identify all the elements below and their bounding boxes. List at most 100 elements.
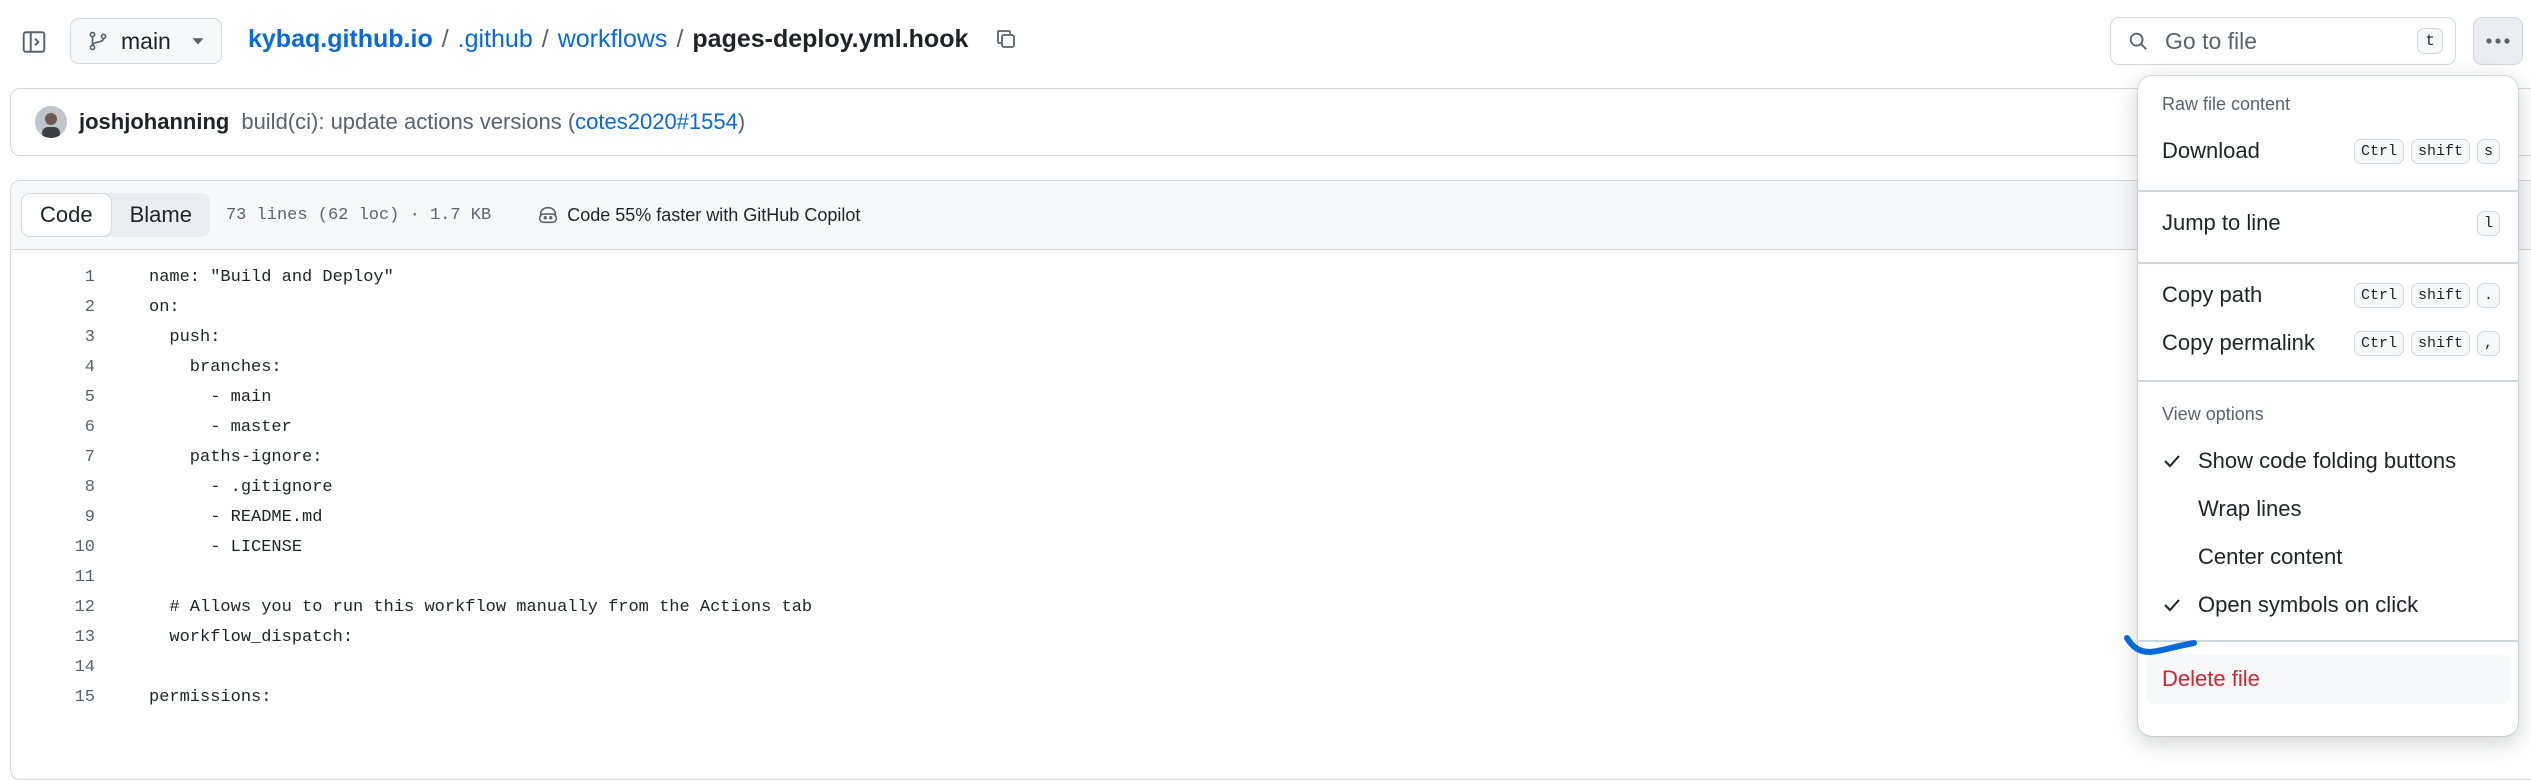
copilot-promo-link[interactable]: Code 55% faster with GitHub Copilot [537, 204, 860, 226]
line-number[interactable]: 12 [11, 598, 95, 617]
line-content: - LICENSE [149, 537, 303, 557]
shortcut-key: Ctrl [2353, 282, 2404, 308]
menu-item-wrap-lines[interactable]: Wrap lines [2146, 486, 2510, 532]
menu-item-open-symbols[interactable]: Open symbols on click [2146, 582, 2510, 628]
breadcrumb-repo-link[interactable]: kybaq.github.io [248, 25, 433, 54]
line-number[interactable]: 7 [11, 448, 95, 467]
line-number[interactable]: 6 [11, 418, 95, 437]
copy-icon [997, 30, 1016, 48]
search-shortcut-key: t [2417, 28, 2443, 54]
shortcut-key: Ctrl [2353, 138, 2404, 164]
go-to-file-search[interactable]: t [2110, 17, 2456, 65]
line-content: on: [149, 297, 180, 317]
menu-item-label: Center content [2198, 544, 2343, 569]
shortcut-keys: Ctrl shift s [2353, 138, 2500, 164]
sidebar-expand-button[interactable] [14, 22, 54, 62]
line-number[interactable]: 15 [11, 688, 95, 707]
search-icon [2129, 32, 2147, 50]
check-icon [2164, 455, 2180, 468]
menu-item-center-content[interactable]: Center content [2146, 534, 2510, 580]
menu-item-label: Show code folding buttons [2198, 448, 2457, 473]
menu-group-view-title: View options [2162, 404, 2264, 424]
repo-header: main kybaq.github.io / .github / workflo… [0, 0, 2531, 82]
menu-item-jump-to-line[interactable]: Jump to line l [2146, 200, 2510, 246]
branch-selector[interactable]: main [70, 18, 222, 64]
menu-item-label: Download [2162, 138, 2260, 163]
shortcut-key: shift [2410, 330, 2470, 356]
shortcut-key: . [2476, 282, 2500, 308]
menu-divider [2138, 262, 2518, 264]
line-content: push: [149, 327, 221, 347]
breadcrumb-separator: / [441, 24, 449, 53]
line-content: paths-ignore: [149, 447, 323, 467]
kebab-horizontal-icon [2486, 38, 2510, 44]
check-icon [2164, 599, 2180, 612]
branch-name: main [121, 27, 171, 54]
avatar[interactable] [35, 106, 67, 138]
copilot-icon [539, 206, 558, 224]
line-content: name: "Build and Deploy" [149, 267, 394, 287]
commit-pr-link[interactable]: cotes2020#1554 [575, 109, 738, 134]
more-options-button[interactable] [2473, 17, 2523, 65]
menu-item-copy-permalink[interactable]: Copy permalink Ctrl shift , [2146, 320, 2510, 366]
tab-blame[interactable]: Blame [112, 193, 210, 237]
tab-code[interactable]: Code [21, 193, 112, 237]
menu-item-label: Open symbols on click [2198, 592, 2419, 617]
menu-item-label: Copy path [2162, 282, 2263, 307]
line-number[interactable]: 1 [11, 268, 95, 287]
line-number[interactable]: 13 [11, 628, 95, 647]
menu-item-label: Jump to line [2162, 210, 2281, 235]
shortcut-key: Ctrl [2353, 330, 2404, 356]
line-number[interactable]: 2 [11, 298, 95, 317]
line-content: - .gitignore [149, 477, 333, 497]
breadcrumb: kybaq.github.io / .github / workflows / … [248, 24, 1021, 54]
shortcut-key: shift [2410, 282, 2470, 308]
annotation-stroke [2124, 635, 2197, 656]
commit-author[interactable]: joshjohanning [79, 109, 229, 135]
line-number[interactable]: 9 [11, 508, 95, 527]
line-number[interactable]: 4 [11, 358, 95, 377]
line-content: permissions: [149, 687, 272, 707]
file-stats: 73 lines (62 loc) · 1.7 KB [225, 205, 492, 225]
shortcut-key: l [2476, 210, 2500, 236]
menu-item-label: Wrap lines [2198, 496, 2302, 521]
breadcrumb-separator: / [541, 24, 549, 53]
menu-group-raw-title: Raw file content [2162, 94, 2291, 114]
line-number[interactable]: 8 [11, 478, 95, 497]
shortcut-key: shift [2410, 138, 2470, 164]
chevron-down-icon [192, 38, 204, 45]
breadcrumb-workflows-link[interactable]: workflows [558, 25, 668, 54]
commit-message-close: ) [737, 109, 746, 134]
line-content: branches: [149, 357, 282, 377]
commit-message-text: build(ci): update actions versions ( [241, 109, 576, 134]
menu-item-label: Copy permalink [2162, 330, 2315, 355]
line-content: workflow_dispatch: [149, 627, 354, 647]
line-number[interactable]: 5 [11, 388, 95, 407]
breadcrumb-file-name: pages-deploy.yml.hook [692, 24, 969, 53]
menu-item-copy-path[interactable]: Copy path Ctrl shift . [2146, 272, 2510, 318]
shortcut-keys: l [2476, 210, 2500, 236]
copy-path-button[interactable] [991, 24, 1021, 54]
line-content: - master [149, 417, 292, 437]
view-mode-toggle: Code Blame [21, 193, 210, 237]
git-branch-icon [89, 31, 107, 51]
menu-divider [2138, 190, 2518, 192]
shortcut-keys: Ctrl shift . [2353, 282, 2500, 308]
shortcut-key: s [2476, 138, 2500, 164]
search-input[interactable] [2163, 26, 2397, 56]
shortcut-key: , [2476, 330, 2500, 356]
line-number[interactable]: 3 [11, 328, 95, 347]
line-content: # Allows you to run this workflow manual… [149, 597, 813, 617]
copilot-promo-text: Code 55% faster with GitHub Copilot [567, 204, 861, 225]
sidebar-expand-icon [22, 31, 46, 53]
breadcrumb-separator: / [676, 24, 684, 53]
menu-item-download[interactable]: Download Ctrl shift s [2146, 128, 2510, 174]
line-number[interactable]: 10 [11, 538, 95, 557]
menu-divider [2138, 380, 2518, 382]
menu-item-show-code-folding[interactable]: Show code folding buttons [2146, 438, 2510, 484]
breadcrumb-github-link[interactable]: .github [458, 25, 533, 54]
shortcut-keys: Ctrl shift , [2353, 330, 2500, 356]
commit-message[interactable]: build(ci): update actions versions (cote… [241, 109, 745, 135]
line-number[interactable]: 11 [11, 568, 95, 587]
line-number[interactable]: 14 [11, 658, 95, 677]
